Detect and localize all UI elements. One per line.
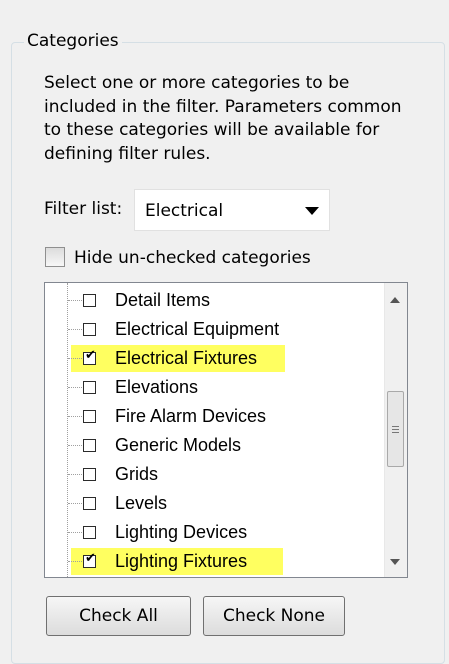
category-item[interactable]: Electrical Equipment xyxy=(45,315,385,344)
category-checkbox[interactable] xyxy=(83,381,96,394)
tree-connector xyxy=(68,561,82,562)
category-label[interactable]: Electrical Fixtures xyxy=(115,346,257,370)
category-label[interactable]: Levels xyxy=(115,491,167,515)
category-checkbox[interactable] xyxy=(83,497,96,510)
category-item[interactable]: ✔ Lighting Fixtures xyxy=(45,547,385,576)
tree-connector xyxy=(68,387,82,388)
filter-list-label: Filter list: xyxy=(44,199,123,219)
scroll-up-arrow-icon[interactable] xyxy=(390,297,400,303)
tree-connector xyxy=(68,300,82,301)
category-checkbox[interactable]: ✔ xyxy=(83,348,96,365)
category-label[interactable]: Grids xyxy=(115,462,158,486)
filter-list-value: Electrical xyxy=(145,201,224,221)
category-item[interactable]: ✔ Electrical Fixtures xyxy=(45,344,385,373)
category-label[interactable]: Elevations xyxy=(115,375,198,399)
category-label[interactable]: Fire Alarm Devices xyxy=(115,404,266,428)
category-label[interactable]: Electrical Equipment xyxy=(115,317,279,341)
category-label[interactable]: Lighting Devices xyxy=(115,520,247,544)
tree-connector xyxy=(68,532,82,533)
category-label[interactable]: Generic Models xyxy=(115,433,241,457)
tree-connector xyxy=(68,474,82,475)
grip-line xyxy=(392,432,399,433)
category-checkbox[interactable] xyxy=(83,323,96,336)
filter-list-dropdown[interactable]: Electrical xyxy=(134,189,330,231)
category-item[interactable]: Elevations xyxy=(45,373,385,402)
checkmark-icon: ✔ xyxy=(85,551,96,566)
scroll-down-arrow-icon[interactable] xyxy=(390,559,400,565)
category-label[interactable]: Lighting Fixtures xyxy=(115,549,247,573)
category-checkbox[interactable] xyxy=(83,439,96,452)
grip-icon xyxy=(392,426,399,430)
category-checkbox[interactable]: ✔ xyxy=(83,551,96,568)
category-item[interactable]: Detail Items xyxy=(45,286,385,315)
description-text: Select one or more categories to be incl… xyxy=(44,73,402,164)
category-checkbox[interactable] xyxy=(83,526,96,539)
category-item[interactable]: Grids xyxy=(45,460,385,489)
category-list[interactable]: Detail Items Electrical Equipment ✔ Electri… xyxy=(44,282,408,578)
check-none-button[interactable]: Check None xyxy=(203,596,345,636)
hide-unchecked-label[interactable]: Hide un-checked categories xyxy=(74,245,311,271)
category-checkbox[interactable] xyxy=(83,468,96,481)
check-all-button[interactable]: Check All xyxy=(46,596,191,636)
list-scrollbar[interactable] xyxy=(384,283,407,577)
category-item[interactable]: Fire Alarm Devices xyxy=(45,402,385,431)
category-item[interactable]: Generic Models xyxy=(45,431,385,460)
scroll-thumb[interactable] xyxy=(387,391,404,467)
group-title: Categories xyxy=(24,30,122,52)
tree-connector xyxy=(68,445,82,446)
hide-unchecked-checkbox[interactable] xyxy=(45,247,65,267)
category-item[interactable]: Levels xyxy=(45,489,385,518)
tree-connector xyxy=(68,503,82,504)
checkmark-icon: ✔ xyxy=(85,348,96,363)
tree-connector xyxy=(68,416,82,417)
tree-connector xyxy=(68,329,82,330)
tree-connector xyxy=(68,358,82,359)
category-label[interactable]: Detail Items xyxy=(115,288,210,312)
category-checkbox[interactable] xyxy=(83,410,96,423)
category-item[interactable]: Lighting Devices xyxy=(45,518,385,547)
category-checkbox[interactable] xyxy=(83,294,96,307)
chevron-down-icon[interactable] xyxy=(305,207,319,215)
